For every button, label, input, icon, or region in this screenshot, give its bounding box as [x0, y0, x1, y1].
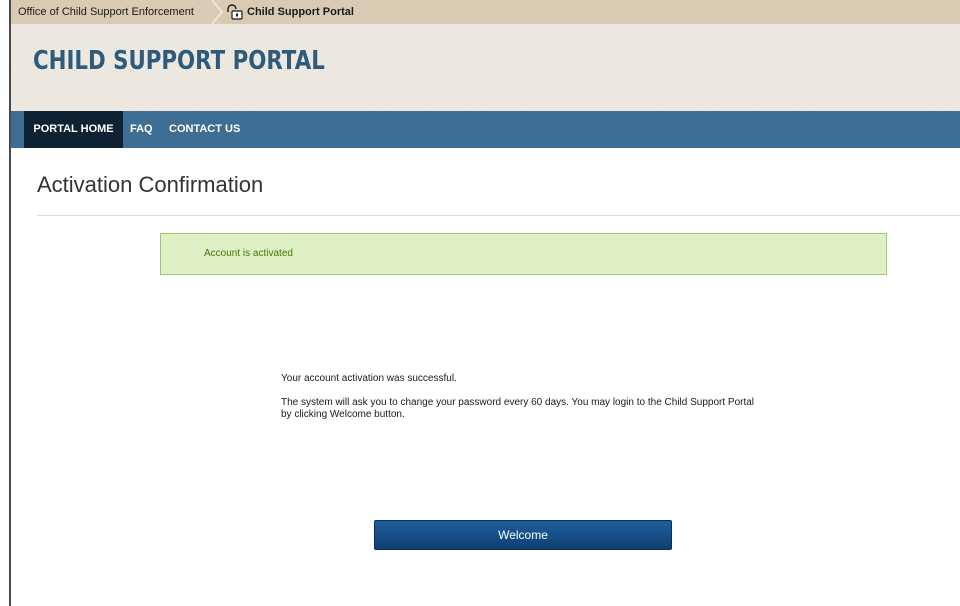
- title-divider: [37, 215, 960, 216]
- site-header: CHILD SUPPORT PORTAL: [11, 24, 960, 111]
- success-alert: Account is activated: [160, 233, 887, 275]
- password-info-message: The system will ask you to change your p…: [281, 397, 755, 420]
- breadcrumb-ocse-link[interactable]: Office of Child Support Enforcement: [18, 0, 194, 24]
- page-title: Activation Confirmation: [37, 172, 264, 197]
- breadcrumb-separator: [211, 0, 224, 24]
- breadcrumb: Office of Child Support Enforcement Chil…: [11, 0, 960, 25]
- main-nav: PORTAL HOME FAQ CONTACT US: [11, 111, 960, 148]
- success-message: Your account activation was successful.: [281, 373, 457, 384]
- browser-frame: Office of Child Support Enforcement Chil…: [9, 0, 960, 606]
- lock-icon: [227, 4, 243, 20]
- portal-logo-title[interactable]: CHILD SUPPORT PORTAL: [33, 46, 325, 76]
- nav-contact-us[interactable]: CONTACT US: [169, 111, 240, 148]
- breadcrumb-current: Child Support Portal: [247, 6, 354, 18]
- alert-message: Account is activated: [204, 248, 293, 259]
- nav-faq[interactable]: FAQ: [130, 111, 153, 148]
- nav-portal-home[interactable]: PORTAL HOME: [24, 111, 123, 148]
- welcome-button[interactable]: Welcome: [374, 520, 672, 550]
